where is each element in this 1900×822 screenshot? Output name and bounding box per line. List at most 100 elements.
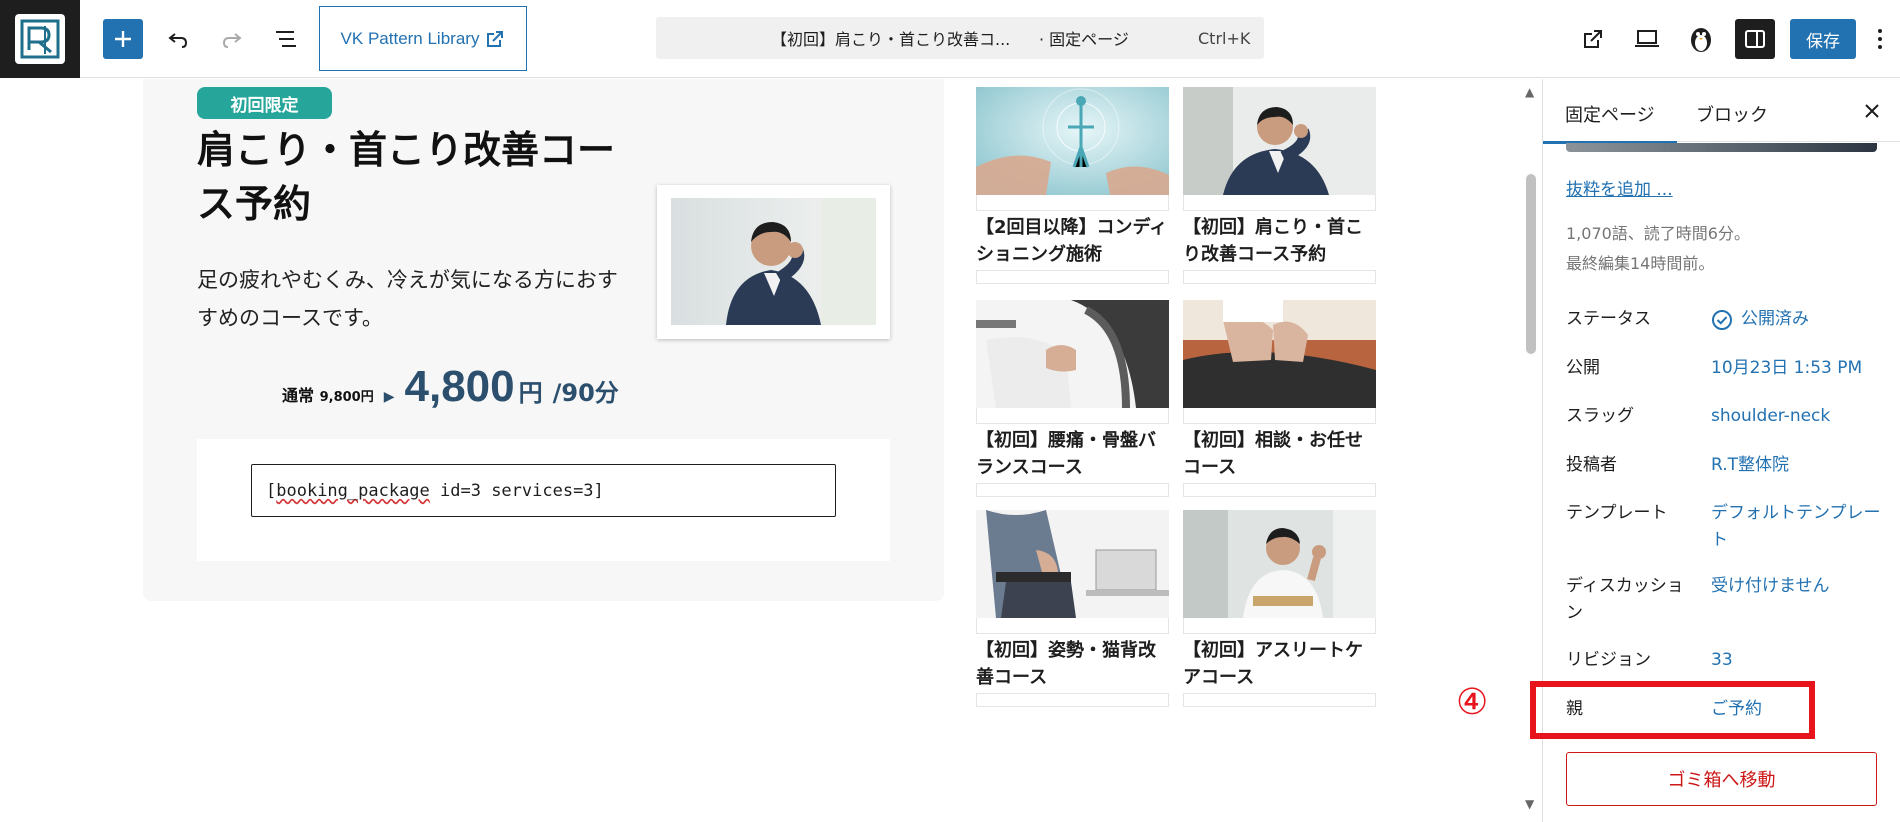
status-value: 公開済み — [1741, 309, 1809, 329]
redo-icon — [222, 33, 242, 48]
price-row: 通常 9,800円 ▶ 4,800 円 /90分 — [282, 362, 619, 422]
close-sidebar-button[interactable] — [1859, 98, 1885, 124]
card-footer-line — [976, 693, 1169, 707]
card-footer-line — [1183, 483, 1376, 497]
athlete-photo — [1183, 510, 1376, 618]
course-card-athlete[interactable]: 【初回】アスリートケアコース — [1183, 510, 1376, 707]
penguin-icon — [1691, 28, 1711, 52]
thumb-divider — [976, 195, 1169, 211]
card-footer-line — [976, 270, 1169, 284]
external-view-icon — [1584, 30, 1602, 48]
course-card-conditioning[interactable]: 【2回目以降】コンディショニング施術 — [976, 87, 1169, 284]
scroll-up-icon[interactable]: ▲ — [1525, 85, 1534, 99]
course-card-title: 【初回】姿勢・猫背改善コース — [976, 640, 1156, 688]
editor-toolbar: VK Pattern Library 【初回】肩こり・首こり改善コ... · 固… — [0, 0, 1900, 78]
laptop-icon — [1635, 30, 1659, 47]
slug-label: スラッグ — [1566, 406, 1634, 426]
course-photo[interactable] — [657, 185, 890, 339]
undo-icon — [168, 33, 188, 48]
shortcode-input[interactable]: [booking_package id=3 services=3] — [251, 464, 836, 517]
scrollbar-thumb[interactable] — [1526, 174, 1536, 354]
plugin-penguin-button[interactable] — [1681, 19, 1721, 59]
course-card-lowback[interactable]: 【初回】腰痛・骨盤バランスコース — [976, 300, 1169, 497]
course-card-shoulder[interactable]: 【初回】肩こり・首こり改善コース予約 — [1183, 87, 1376, 284]
spellcheck-word: booking_package — [276, 480, 430, 501]
undo-button[interactable] — [158, 19, 198, 59]
site-logo-icon — [15, 14, 65, 64]
first-time-badge: 初回限定 — [197, 87, 332, 119]
add-block-button[interactable] — [103, 19, 143, 59]
tab-page[interactable]: 固定ページ — [1543, 101, 1677, 144]
course-thumbnail — [1183, 87, 1376, 195]
document-type: · 固定ページ — [1039, 30, 1129, 49]
parent-highlight-box — [1530, 681, 1815, 739]
status-label: ステータス — [1566, 309, 1651, 329]
site-logo-button[interactable] — [0, 0, 80, 78]
course-card-title: 【初回】腰痛・骨盤バランスコース — [976, 430, 1156, 478]
course-thumbnail — [976, 87, 1169, 195]
revisions-button[interactable]: 33 — [1711, 647, 1891, 674]
status-value-button[interactable]: 公開済み — [1711, 306, 1891, 333]
published-check-icon — [1712, 309, 1732, 330]
course-title[interactable]: 肩こり・首こり改善コース予約 — [197, 123, 637, 231]
thumb-divider — [1183, 408, 1376, 424]
step-callout-number: ④ — [1456, 682, 1489, 723]
arrow-right-icon: ▶ — [383, 389, 395, 405]
command-palette-button[interactable]: 【初回】肩こり・首こり改善コ... · 固定ページ Ctrl+K — [656, 17, 1264, 59]
shoulder-pain-photo — [671, 198, 876, 325]
keyboard-shortcut: Ctrl+K — [1198, 28, 1251, 48]
thumb-divider — [976, 618, 1169, 634]
view-page-button[interactable] — [1573, 19, 1613, 59]
add-excerpt-link[interactable]: 抜粋を追加 ... — [1566, 175, 1673, 200]
vk-pattern-library-button[interactable]: VK Pattern Library — [319, 6, 527, 71]
scroll-down-icon[interactable]: ▼ — [1525, 797, 1534, 811]
author-label: 投稿者 — [1566, 455, 1617, 475]
editor-canvas[interactable]: 初回限定 肩こり・首こり改善コース予約 足の疲れやむくみ、冷えが気になる方におす… — [0, 79, 1527, 819]
course-thumbnail — [976, 300, 1169, 408]
course-card-posture[interactable]: 【初回】姿勢・猫背改善コース — [976, 510, 1169, 707]
course-card-title: 【初回】相談・お任せコース — [1183, 430, 1363, 478]
save-button[interactable]: 保存 — [1790, 19, 1856, 59]
move-to-trash-button[interactable]: ゴミ箱へ移動 — [1566, 752, 1877, 806]
course-card-title: 【2回目以降】コンディショニング施術 — [976, 217, 1168, 265]
author-button[interactable]: R.T整体院 — [1711, 452, 1891, 479]
featured-image-preview[interactable] — [1566, 143, 1877, 152]
card-footer-line — [976, 483, 1169, 497]
vk-pattern-library-label: VK Pattern Library — [340, 28, 480, 48]
card-footer-line — [1183, 270, 1376, 284]
normal-price-value: 9,800円 — [319, 390, 374, 405]
lower-back-pain-photo — [976, 300, 1169, 408]
normal-price-label: 通常 — [282, 386, 315, 405]
booking-block[interactable]: [booking_package id=3 services=3] — [197, 439, 890, 561]
discussion-button[interactable]: 受け付けません — [1711, 573, 1891, 600]
close-icon — [1865, 104, 1879, 118]
course-description[interactable]: 足の疲れやむくみ、冷えが気になる方におすすめのコースです。 — [197, 261, 627, 337]
sidebar-tabs: 固定ページ ブロック — [1543, 79, 1900, 144]
posture-back-pain-photo — [976, 510, 1169, 618]
thumb-divider — [1183, 618, 1376, 634]
course-duration: /90分 — [552, 379, 619, 407]
course-thumbnail — [1183, 300, 1376, 408]
revisions-label: リビジョン — [1566, 650, 1651, 670]
course-card-title: 【初回】肩こり・首こり改善コース予約 — [1183, 217, 1363, 265]
publish-date-button[interactable]: 10月23日 1:53 PM — [1711, 355, 1891, 382]
course-card-consult[interactable]: 【初回】相談・お任せコース — [1183, 300, 1376, 497]
post-meta-info: 1,070語、読了時間6分。 最終編集14時間前。 — [1566, 219, 1750, 279]
options-menu-button[interactable] — [1867, 19, 1893, 59]
document-overview-button[interactable] — [266, 19, 306, 59]
redo-button[interactable] — [212, 19, 252, 59]
sale-price: 4,800 — [404, 362, 515, 411]
template-button[interactable]: デフォルトテンプレート — [1711, 500, 1891, 554]
settings-sidebar-toggle[interactable] — [1735, 19, 1775, 59]
sale-price-unit: 円 — [518, 379, 543, 407]
list-view-icon — [276, 31, 296, 47]
more-vertical-icon — [1878, 29, 1882, 49]
course-thumbnail — [976, 510, 1169, 618]
last-edited: 最終編集14時間前。 — [1566, 254, 1715, 273]
slug-button[interactable]: shoulder-neck — [1711, 403, 1891, 430]
template-label: テンプレート — [1566, 503, 1668, 523]
word-count: 1,070語、読了時間6分。 — [1566, 224, 1750, 243]
tab-block[interactable]: ブロック — [1696, 101, 1768, 127]
preview-device-button[interactable] — [1627, 19, 1667, 59]
course-card-title: 【初回】アスリートケアコース — [1183, 640, 1363, 688]
